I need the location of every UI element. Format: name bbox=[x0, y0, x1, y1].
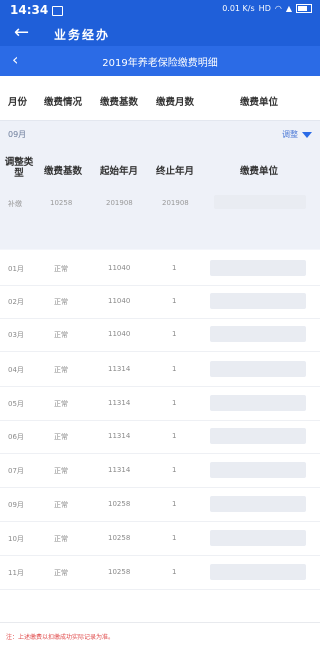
row-month: 07月 bbox=[8, 467, 24, 475]
row-month: 10月 bbox=[8, 535, 24, 543]
row-base: 10258 bbox=[108, 500, 131, 508]
note-text: 注：上述缴费以扣缴成功实际记录为准。 bbox=[6, 634, 115, 641]
row-status: 正常 bbox=[54, 569, 68, 577]
col-base: 缴费基数 bbox=[100, 97, 139, 108]
row-base: 11314 bbox=[108, 466, 131, 474]
row-count: 1 bbox=[172, 534, 177, 542]
col-count: 缴费月数 bbox=[156, 97, 195, 108]
sub-bar: ‹ 2019年养老保险缴费明细 bbox=[0, 46, 320, 76]
row-status: 正常 bbox=[54, 265, 68, 273]
row-base: 10258 bbox=[108, 534, 131, 542]
redacted-unit bbox=[210, 293, 306, 309]
triangle-down-icon[interactable] bbox=[302, 132, 312, 138]
redacted-unit bbox=[210, 564, 306, 580]
adjust-type: 补缴 bbox=[8, 200, 22, 208]
row-month: 11月 bbox=[8, 569, 24, 577]
month-group-header[interactable]: 09月 调整 bbox=[0, 121, 320, 151]
row-count: 1 bbox=[172, 432, 177, 440]
footer-note: 注：上述缴费以扣缴成功实际记录为准。 bbox=[0, 622, 320, 647]
adjust-col-type: 调整类型 bbox=[4, 157, 34, 179]
row-status: 正常 bbox=[54, 331, 68, 339]
row-count: 1 bbox=[172, 264, 177, 272]
table-row: 10月 正常 10258 1 bbox=[0, 522, 320, 556]
redacted-unit bbox=[210, 361, 306, 377]
col-status: 缴费情况 bbox=[44, 97, 83, 108]
row-base: 11314 bbox=[108, 399, 131, 407]
signal-icon: ▲ bbox=[285, 4, 292, 13]
redacted-unit bbox=[210, 395, 306, 411]
adjust-start: 201908 bbox=[106, 199, 133, 207]
row-month: 04月 bbox=[8, 366, 24, 374]
table-row: 06月 正常 11314 1 bbox=[0, 420, 320, 454]
status-bar: 14:34 0.01 K/s HD ◠ ▲ bbox=[0, 0, 320, 22]
redacted-unit bbox=[210, 428, 306, 444]
wifi-icon: ◠ bbox=[274, 4, 282, 13]
table-row: 03月 正常 11040 1 bbox=[0, 318, 320, 352]
row-month: 03月 bbox=[8, 331, 24, 339]
row-status: 正常 bbox=[54, 535, 68, 543]
status-icons: 0.01 K/s HD ◠ ▲ bbox=[222, 4, 312, 13]
row-base: 11040 bbox=[108, 264, 131, 272]
redacted-unit bbox=[210, 530, 306, 546]
row-month: 01月 bbox=[8, 265, 24, 273]
table-row: 04月 正常 11314 1 bbox=[0, 353, 320, 387]
adjust-col-end: 终止年月 bbox=[156, 166, 195, 177]
adjust-col-base: 缴费基数 bbox=[44, 166, 83, 177]
adjust-header: 调整类型 缴费基数 起始年月 终止年月 缴费单位 bbox=[0, 151, 320, 189]
adjust-col-unit: 缴费单位 bbox=[240, 166, 279, 177]
adjust-label[interactable]: 调整 bbox=[282, 129, 298, 140]
row-base: 11040 bbox=[108, 297, 131, 305]
app-bar-title: 业务经办 bbox=[54, 28, 111, 42]
status-time: 14:34 bbox=[10, 3, 49, 17]
row-status: 正常 bbox=[54, 501, 68, 509]
row-month: 09月 bbox=[8, 501, 24, 509]
table-row: 11月 正常 10258 1 bbox=[0, 556, 320, 590]
row-base: 11314 bbox=[108, 432, 131, 440]
redacted-unit bbox=[210, 496, 306, 512]
adjust-end: 201908 bbox=[162, 199, 189, 207]
column-header: 月份 缴费情况 缴费基数 缴费月数 缴费单位 bbox=[0, 76, 320, 121]
payment-list: 01月 正常 11040 1 02月 正常 11040 1 03月 正常 110… bbox=[0, 250, 320, 622]
row-base: 10258 bbox=[108, 568, 131, 576]
redacted-unit bbox=[210, 326, 306, 342]
row-count: 1 bbox=[172, 500, 177, 508]
month-group-label: 09月 bbox=[8, 130, 27, 139]
row-status: 正常 bbox=[54, 467, 68, 475]
row-count: 1 bbox=[172, 330, 177, 338]
table-row: 09月 正常 10258 1 bbox=[0, 488, 320, 522]
row-month: 06月 bbox=[8, 433, 24, 441]
row-base: 11314 bbox=[108, 365, 131, 373]
arrow-left-icon[interactable]: ← bbox=[14, 23, 29, 43]
row-month: 05月 bbox=[8, 400, 24, 408]
row-count: 1 bbox=[172, 399, 177, 407]
row-status: 正常 bbox=[54, 298, 68, 306]
redacted-unit bbox=[214, 195, 306, 209]
page-title: 2019年养老保险缴费明细 bbox=[102, 58, 218, 69]
row-count: 1 bbox=[172, 466, 177, 474]
table-row: 02月 正常 11040 1 bbox=[0, 285, 320, 319]
col-unit: 缴费单位 bbox=[240, 97, 279, 108]
adjust-col-start: 起始年月 bbox=[100, 166, 139, 177]
table-row: 07月 正常 11314 1 bbox=[0, 454, 320, 488]
row-month: 02月 bbox=[8, 298, 24, 306]
adjust-base: 10258 bbox=[50, 199, 73, 207]
row-status: 正常 bbox=[54, 400, 68, 408]
row-count: 1 bbox=[172, 297, 177, 305]
redacted-unit bbox=[210, 462, 306, 478]
row-base: 11040 bbox=[108, 330, 131, 338]
app-bar: ← 业务经办 bbox=[0, 22, 320, 46]
row-status: 正常 bbox=[54, 433, 68, 441]
redacted-unit bbox=[210, 260, 306, 276]
col-month: 月份 bbox=[8, 97, 28, 108]
row-count: 1 bbox=[172, 568, 177, 576]
battery-icon bbox=[296, 4, 312, 13]
net-speed: 0.01 K/s bbox=[222, 4, 255, 13]
hd-label: HD bbox=[258, 4, 271, 13]
row-status: 正常 bbox=[54, 366, 68, 374]
table-row: 01月 正常 11040 1 bbox=[0, 252, 320, 286]
row-count: 1 bbox=[172, 365, 177, 373]
table-row: 05月 正常 11314 1 bbox=[0, 387, 320, 421]
image-notification-icon bbox=[52, 6, 63, 16]
adjust-row: 补缴 10258 201908 201908 bbox=[0, 189, 320, 249]
